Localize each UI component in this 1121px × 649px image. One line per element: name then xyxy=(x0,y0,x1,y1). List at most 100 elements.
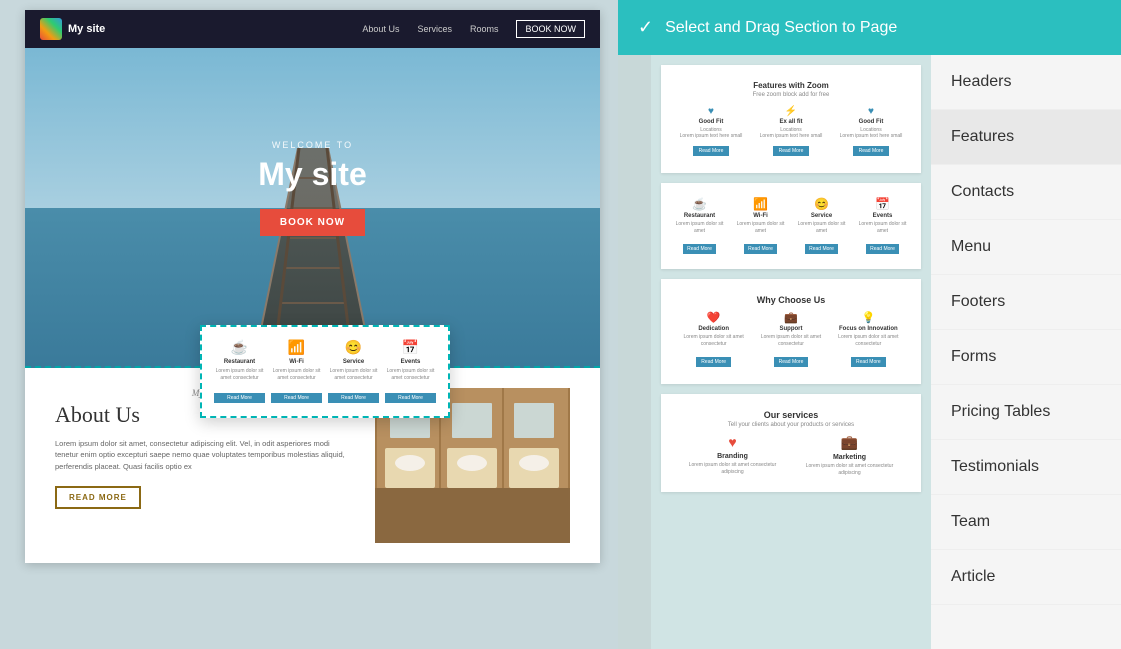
floating-restaurant-title: Restaurant xyxy=(214,359,265,365)
service-restaurant-icon: ☕ xyxy=(671,197,728,211)
nav-link-rooms[interactable]: Rooms xyxy=(470,24,499,34)
floating-events-btn[interactable]: Read More xyxy=(385,393,436,403)
service-events-text: Lorem ipsum dolor sit amet xyxy=(854,221,911,234)
nav-link-about[interactable]: About Us xyxy=(362,24,399,34)
why-innovation-btn[interactable]: Read More xyxy=(851,357,886,367)
about-read-more-btn[interactable]: READ MORE xyxy=(55,486,141,509)
why-dedication-icon: ❤️ xyxy=(677,311,750,324)
marketing-text: Lorem ipsum dolor sit amet consectetur a… xyxy=(794,463,905,476)
service-icon: 😊 xyxy=(328,339,379,356)
our-services-section: Our services Tell your clients about you… xyxy=(669,402,913,484)
service-wifi-btn[interactable]: Read More xyxy=(744,244,777,254)
logo-icon xyxy=(40,18,62,40)
hero-book-btn[interactable]: BOOK NOW xyxy=(260,209,365,236)
right-header-title: Select and Drag Section to Page xyxy=(665,19,897,37)
sidebar-item-features[interactable]: Features xyxy=(931,110,1121,165)
sidebar-item-pricing[interactable]: Pricing Tables xyxy=(931,385,1121,440)
service-events-title: Events xyxy=(854,213,911,219)
sidebar-item-contacts[interactable]: Contacts xyxy=(931,165,1121,220)
why-dedication-btn[interactable]: Read More xyxy=(696,357,731,367)
feature-2-btn[interactable]: Read More xyxy=(773,146,810,156)
service-restaurant-btn[interactable]: Read More xyxy=(683,244,716,254)
sidebar-item-headers[interactable]: Headers xyxy=(931,55,1121,110)
features-preview-grid: ♥ Good Fit Locations Lorem ipsum text he… xyxy=(673,106,909,157)
bolt-icon: ⚡ xyxy=(753,106,829,117)
preview-area[interactable]: Features with Zoom Free zoom block add f… xyxy=(651,55,931,649)
hero-text: WELCOME TO My site BOOK NOW xyxy=(258,140,366,236)
our-service-marketing: 💼 Marketing Lorem ipsum dolor sit amet c… xyxy=(794,434,905,476)
why-section: Why Choose Us ❤️ Dedication Lorem ipsum … xyxy=(669,287,913,376)
floating-wifi-title: Wi-Fi xyxy=(271,359,322,365)
why-dedication-title: Dedication xyxy=(677,326,750,332)
floating-cell-restaurant: ☕ Restaurant Lorem ipsum dolor sit amet … xyxy=(214,339,265,404)
why-innovation: 💡 Focus on Innovation Lorem ipsum dolor … xyxy=(832,311,905,368)
floating-service-title: Service xyxy=(328,359,379,365)
why-title: Why Choose Us xyxy=(677,295,905,305)
feature-1-btn[interactable]: Read More xyxy=(693,146,730,156)
floating-dragged-section: ☕ Restaurant Lorem ipsum dolor sit amet … xyxy=(200,325,450,418)
why-innovation-text: Lorem ipsum dolor sit amet consectetur xyxy=(832,334,905,347)
sidebar-item-menu[interactable]: Menu xyxy=(931,220,1121,275)
sidebar-item-testimonials[interactable]: Testimonials xyxy=(931,440,1121,495)
our-services-card: Our services Tell your clients about you… xyxy=(661,394,921,492)
heart-icon-1: ♥ xyxy=(673,106,749,117)
service-service-title: Service xyxy=(793,213,850,219)
why-support-icon: 💼 xyxy=(754,311,827,324)
sidebar-item-article[interactable]: Article xyxy=(931,550,1121,605)
right-header: ✓ Select and Drag Section to Page xyxy=(618,0,1121,55)
sidebar-item-footers[interactable]: Footers xyxy=(931,275,1121,330)
mockup-hero: WELCOME TO My site BOOK NOW xyxy=(25,48,600,368)
floating-cell-service: 😊 Service Lorem ipsum dolor sit amet con… xyxy=(328,339,379,404)
left-panel: My site About Us Services Rooms BOOK NOW xyxy=(0,0,618,649)
why-support: 💼 Support Lorem ipsum dolor sit amet con… xyxy=(754,311,827,368)
hero-title: My site xyxy=(258,156,366,193)
service-events-btn[interactable]: Read More xyxy=(866,244,899,254)
restaurant-icon: ☕ xyxy=(214,339,265,356)
service-events: 📅 Events Lorem ipsum dolor sit amet Read… xyxy=(854,197,911,255)
branding-icon: ♥ xyxy=(728,434,736,450)
feature-1-title: Good Fit xyxy=(673,119,749,125)
sidebar-item-team[interactable]: Team xyxy=(931,495,1121,550)
mockup-navbar: My site About Us Services Rooms BOOK NOW xyxy=(25,10,600,48)
sidebar-item-forms[interactable]: Forms xyxy=(931,330,1121,385)
service-wifi-text: Lorem ipsum dolor sit amet xyxy=(732,221,789,234)
our-services-grid: ♥ Branding Lorem ipsum dolor sit amet co… xyxy=(677,434,905,476)
floating-restaurant-btn[interactable]: Read More xyxy=(214,393,265,403)
floating-section-grid: ☕ Restaurant Lorem ipsum dolor sit amet … xyxy=(214,339,436,404)
floating-service-btn[interactable]: Read More xyxy=(328,393,379,403)
feature-3-btn[interactable]: Read More xyxy=(853,146,890,156)
service-service-btn[interactable]: Read More xyxy=(805,244,838,254)
why-choose-us-card: Why Choose Us ❤️ Dedication Lorem ipsum … xyxy=(661,279,921,384)
nav-book-btn[interactable]: BOOK NOW xyxy=(516,20,585,38)
heart-icon-2: ♥ xyxy=(833,106,909,117)
wifi-icon: 📶 xyxy=(271,339,322,356)
floating-wifi-text: Lorem ipsum dolor sit amet consectetur xyxy=(271,368,322,381)
why-grid: ❤️ Dedication Lorem ipsum dolor sit amet… xyxy=(677,311,905,368)
floating-cell-events: 📅 Events Lorem ipsum dolor sit amet cons… xyxy=(385,339,436,404)
floating-wifi-btn[interactable]: Read More xyxy=(271,393,322,403)
features-preview-card: Features with Zoom Free zoom block add f… xyxy=(661,65,921,173)
service-service-icon: 😊 xyxy=(793,197,850,211)
service-wifi-title: Wi-Fi xyxy=(732,213,789,219)
service-restaurant-title: Restaurant xyxy=(671,213,728,219)
why-support-btn[interactable]: Read More xyxy=(774,357,809,367)
website-mockup: My site About Us Services Rooms BOOK NOW xyxy=(25,10,600,563)
service-events-icon: 📅 xyxy=(854,197,911,211)
floating-events-text: Lorem ipsum dolor sit amet consectetur xyxy=(385,368,436,381)
nav-title: My site xyxy=(68,23,105,35)
nav-logo: My site xyxy=(40,18,105,40)
why-innovation-icon: 💡 xyxy=(832,311,905,324)
feature-2-title: Ex all fit xyxy=(753,119,829,125)
branding-title: Branding xyxy=(717,453,748,460)
nav-links: About Us Services Rooms BOOK NOW xyxy=(362,20,585,38)
hero-welcome: WELCOME TO xyxy=(258,140,366,150)
service-wifi-icon: 📶 xyxy=(732,197,789,211)
nav-link-services[interactable]: Services xyxy=(417,24,452,34)
feature-item-1: ♥ Good Fit Locations Lorem ipsum text he… xyxy=(673,106,749,157)
marketing-icon: 💼 xyxy=(841,434,858,451)
why-support-text: Lorem ipsum dolor sit amet consectetur xyxy=(754,334,827,347)
services-preview-card: ☕ Restaurant Lorem ipsum dolor sit amet … xyxy=(661,183,921,269)
service-service: 😊 Service Lorem ipsum dolor sit amet Rea… xyxy=(793,197,850,255)
service-restaurant: ☕ Restaurant Lorem ipsum dolor sit amet … xyxy=(671,197,728,255)
features-card-title: Features with Zoom xyxy=(673,81,909,90)
